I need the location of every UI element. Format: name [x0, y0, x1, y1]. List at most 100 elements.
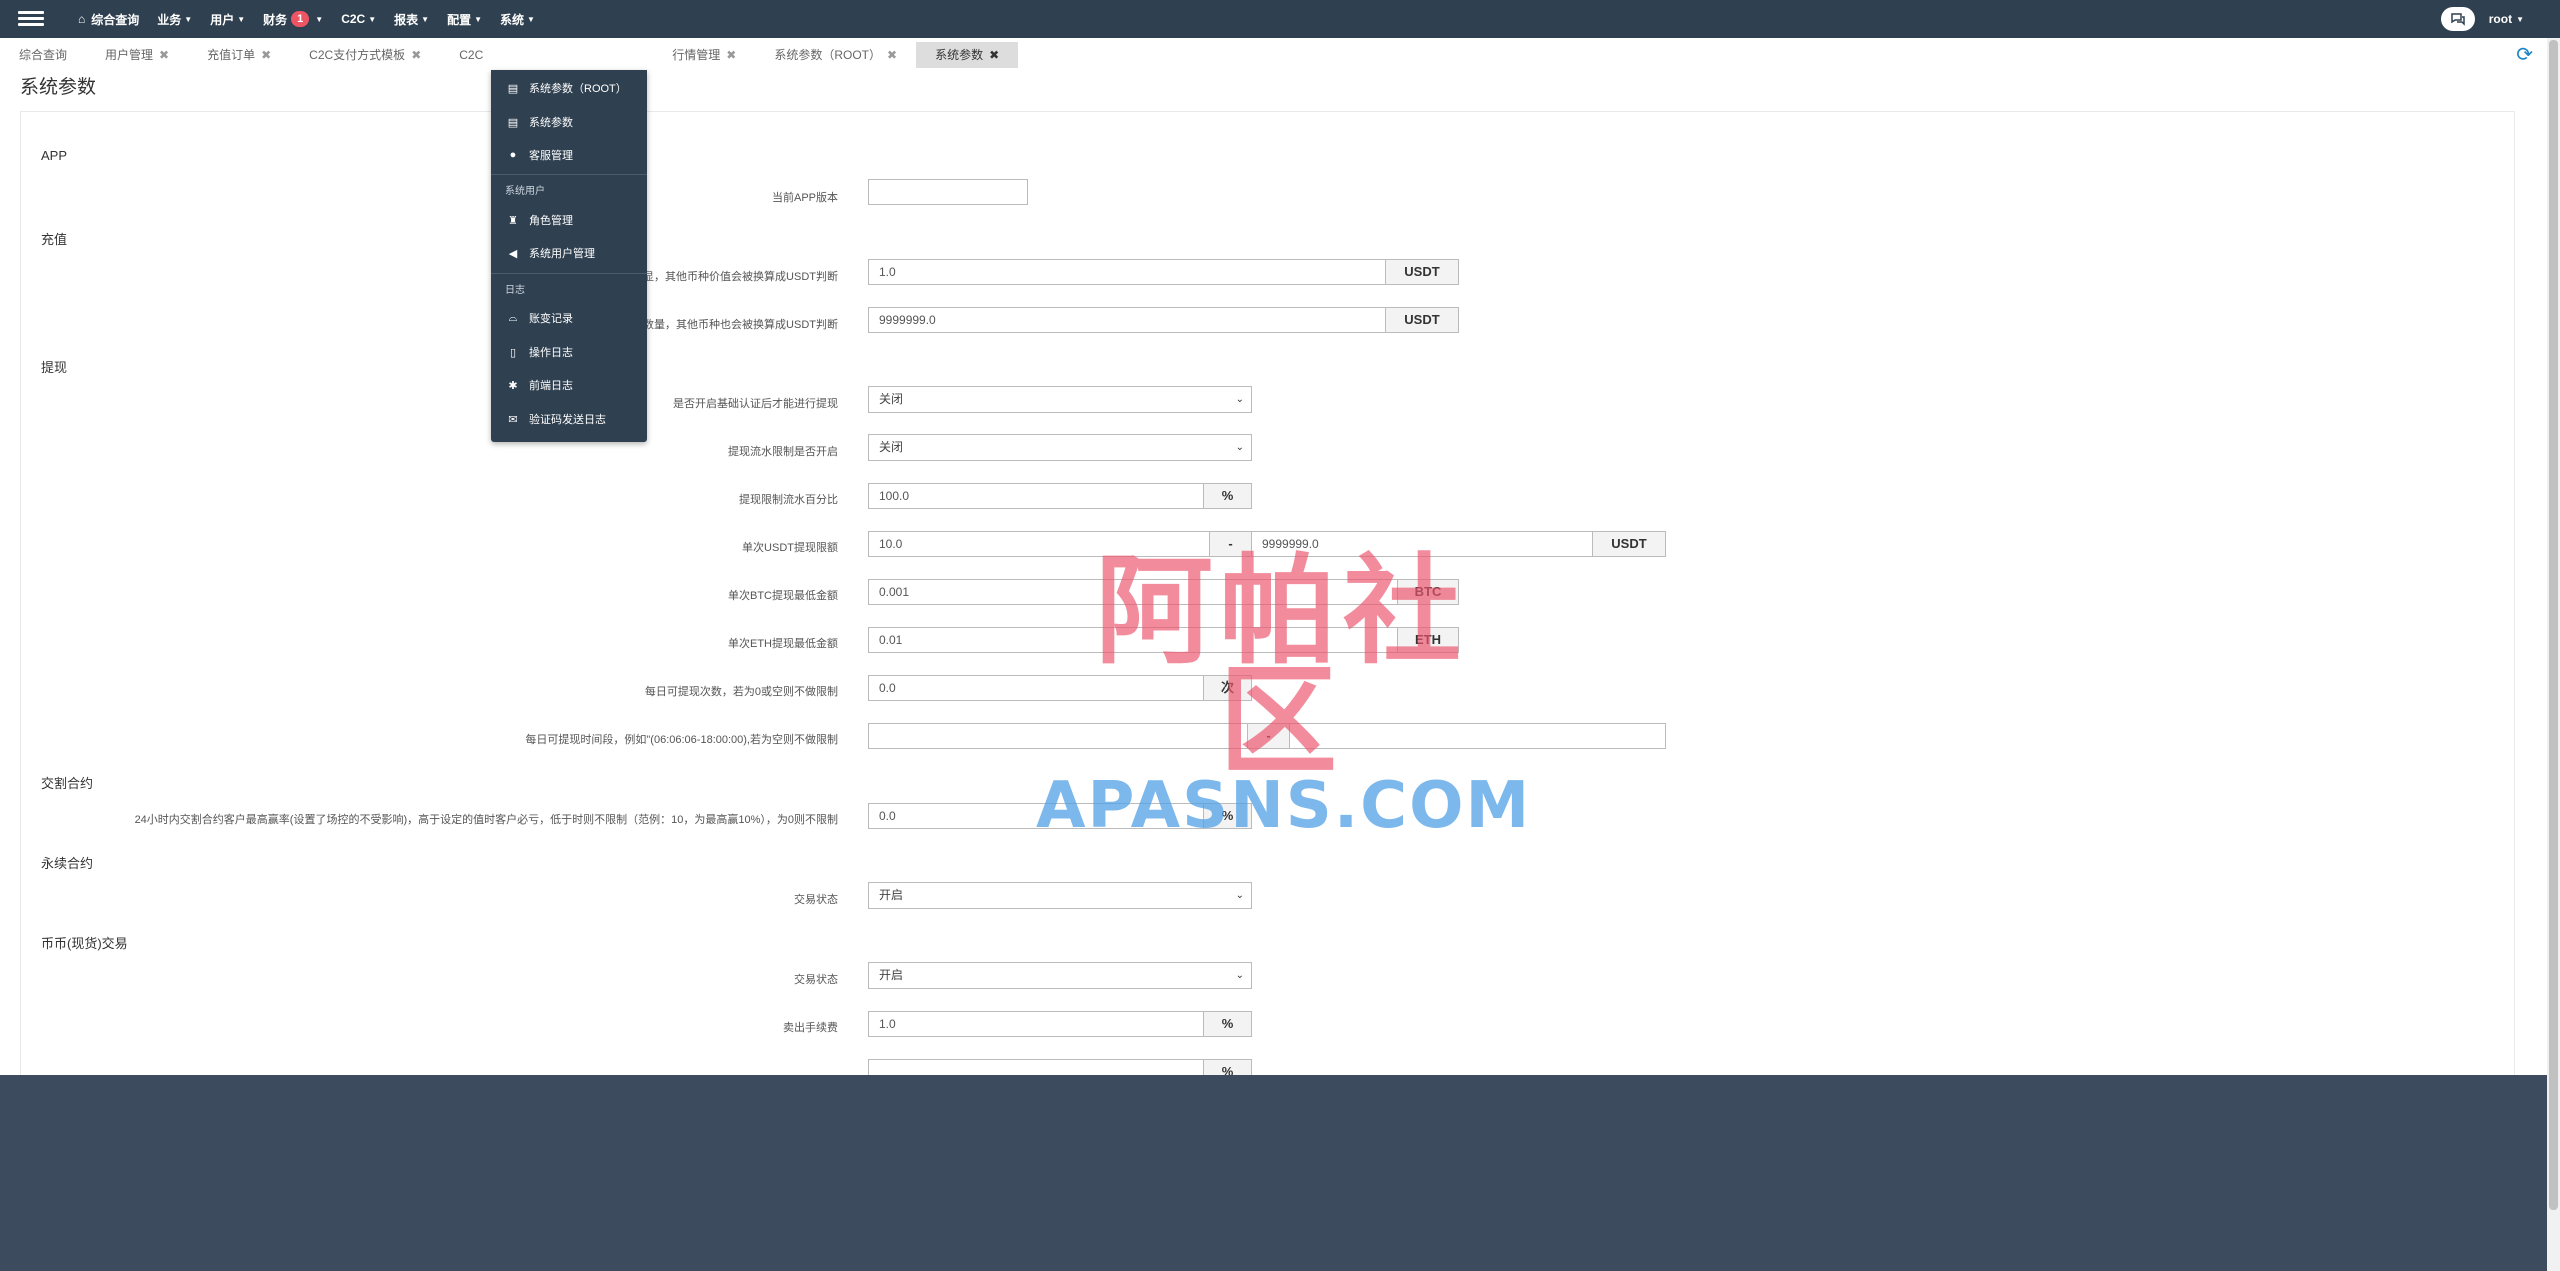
page-tabs: 综合查询 用户管理 ✖ 充值订单 ✖ C2C支付方式模板 ✖ C2C 行情管理 ✖ 系统…	[0, 42, 1019, 68]
chat-icon[interactable]	[2440, 7, 2475, 31]
menu-business[interactable]: 业务 ▼	[157, 11, 192, 28]
username[interactable]: root	[2489, 12, 2512, 26]
percent-unit: %	[1203, 803, 1252, 829]
spot-status-label: 交易状态	[794, 974, 838, 986]
btc-min-label: 单次BTC提现最低金额	[728, 590, 838, 602]
dropdown-item-frontend-log[interactable]: ✱ 前端日志	[505, 377, 573, 393]
dropdown-item-system-params-root[interactable]: ▤ 系统参数（ROOT）	[505, 80, 627, 96]
tab-recharge-orders[interactable]: 充值订单 ✖	[188, 42, 290, 68]
shirt-icon: ♜	[508, 214, 518, 227]
time-window-label: 每日可提现时间段，例如"(06:06:06-18:00:00),若为空则不做限制	[525, 734, 838, 746]
section-delivery-contract: 交割合约	[41, 776, 94, 791]
tab-c2c-payment-template[interactable]: C2C支付方式模板 ✖	[290, 42, 440, 68]
menu-user[interactable]: 用户 ▼	[210, 11, 245, 28]
app-version-input[interactable]	[868, 179, 1028, 205]
recharge-max-label: 数量，其他币种也会被换算成USDT判断	[643, 319, 838, 331]
megaphone-icon: ◀	[508, 247, 518, 260]
usdt-limit-label: 单次USDT提现限额	[742, 542, 838, 554]
user-area: root ▼	[2440, 7, 2524, 31]
eth-min-input[interactable]: 0.01	[868, 627, 1398, 653]
range-separator: -	[1247, 723, 1290, 749]
top-menu: ⌂ 综合查询 业务 ▼ 用户 ▼ 财务 1 ▼ C2C ▼ 报表 ▼ 配置 ▼ 系统 ▼	[78, 0, 553, 38]
times-unit: 次	[1203, 675, 1252, 701]
section-app: APP	[41, 148, 68, 163]
menu-c2c[interactable]: C2C ▼	[341, 12, 376, 26]
close-icon[interactable]: ✖	[159, 48, 169, 62]
flow-limit-select[interactable]: 关闭 ⌄	[868, 434, 1252, 461]
recharge-max-input[interactable]: 9999999.0	[868, 307, 1386, 333]
dropdown-item-system-user-management[interactable]: ◀ 系统用户管理	[505, 245, 595, 261]
percent-unit: %	[1203, 483, 1252, 509]
kyc-required-label: 是否开启基础认证后才能进行提现	[673, 398, 838, 410]
flow-percent-label: 提现限制流水百分比	[739, 494, 838, 506]
tab-market-management[interactable]: 行情管理 ✖	[653, 42, 755, 68]
dropdown-item-sms-log[interactable]: ✉ 验证码发送日志	[505, 411, 606, 427]
menu-dashboard[interactable]: ⌂ 综合查询	[78, 11, 139, 28]
table-icon: ▤	[507, 82, 519, 95]
dropdown-item-customer-service[interactable]: ● 客服管理	[505, 147, 573, 163]
tab-system-params[interactable]: 系统参数 ✖	[916, 42, 1019, 68]
divider	[491, 174, 647, 175]
tab-user-management[interactable]: 用户管理 ✖	[86, 42, 188, 68]
usdt-limit-min-input[interactable]: 10.0	[868, 531, 1210, 557]
caret-down-icon: ▼	[421, 14, 430, 24]
delivery-winrate-input[interactable]: 0.0	[868, 803, 1204, 829]
percent-unit: %	[1203, 1011, 1252, 1037]
caret-down-icon[interactable]: ▼	[2516, 15, 2524, 24]
daily-times-input[interactable]: 0.0	[868, 675, 1204, 701]
time-window-end-input[interactable]	[1289, 723, 1666, 749]
daily-times-label: 每日可提现次数，若为0或空则不做限制	[644, 686, 838, 698]
dropdown-item-account-changes[interactable]: ⌓ 账变记录	[505, 310, 573, 326]
close-icon[interactable]: ✖	[411, 48, 421, 62]
delivery-winrate-label: 24小时内交割合约客户最高赢率(设置了场控的不受影响)，高于设定的值时客户必亏，…	[134, 814, 838, 826]
section-spot-trading: 币币(现货)交易	[41, 936, 128, 951]
eth-min-label: 单次ETH提现最低金额	[728, 638, 838, 650]
recharge-min-input[interactable]: 1.0	[868, 259, 1386, 285]
kyc-required-select[interactable]: 关闭 ⌄	[868, 386, 1252, 413]
recharge-min-label: 显，其他币种价值会被换算成USDT判断	[643, 271, 838, 283]
btc-min-input[interactable]: 0.001	[868, 579, 1398, 605]
top-navbar: ⌂ 综合查询 业务 ▼ 用户 ▼ 财务 1 ▼ C2C ▼ 报表 ▼ 配置 ▼ 系统 ▼ root…	[0, 0, 2560, 38]
flow-percent-input[interactable]: 100.0	[868, 483, 1204, 509]
perp-status-select[interactable]: 开启 ⌄	[868, 882, 1252, 909]
dropdown-item-system-params[interactable]: ▤ 系统参数	[505, 114, 573, 130]
dropdown-item-role-management[interactable]: ♜ 角色管理	[505, 212, 573, 228]
tab-dashboard[interactable]: 综合查询	[0, 42, 86, 68]
menu-system[interactable]: 系统 ▼	[500, 11, 535, 28]
caret-down-icon: ▼	[368, 14, 377, 24]
home-icon: ⌂	[78, 12, 86, 26]
divider	[491, 273, 647, 274]
spot-fee-label: 卖出手续费	[783, 1022, 838, 1034]
tab-system-params-root[interactable]: 系统参数（ROOT） ✖	[755, 42, 916, 68]
time-window-start-input[interactable]	[868, 723, 1248, 749]
scrollbar-thumb[interactable]	[2549, 40, 2558, 1210]
section-recharge: 充值	[41, 232, 68, 247]
menu-finance[interactable]: 财务 1 ▼	[263, 11, 323, 28]
menu-config[interactable]: 配置 ▼	[447, 11, 482, 28]
spot-status-select[interactable]: 开启 ⌄	[868, 962, 1252, 989]
section-withdraw: 提现	[41, 360, 68, 375]
spot-fee-input[interactable]: 1.0	[868, 1011, 1204, 1037]
asterisk-icon: ✱	[508, 379, 518, 392]
select-arrow-icon: ⌄	[1235, 442, 1244, 453]
menu-toggle-icon[interactable]	[18, 8, 44, 30]
caret-down-icon: ▼	[184, 14, 193, 24]
usdt-unit: USDT	[1385, 307, 1459, 333]
usdt-limit-max-input[interactable]: 9999999.0	[1251, 531, 1593, 557]
close-icon[interactable]: ✖	[989, 48, 999, 62]
close-icon[interactable]: ✖	[261, 48, 271, 62]
close-icon[interactable]: ✖	[887, 48, 897, 62]
caret-down-icon: ▼	[527, 14, 535, 24]
select-arrow-icon: ⌄	[1235, 970, 1244, 981]
caret-down-icon: ▼	[237, 14, 246, 24]
close-icon[interactable]: ✖	[726, 48, 736, 62]
refresh-icon[interactable]: ⟳	[2516, 42, 2533, 67]
dropdown-item-operation-log[interactable]: ▯ 操作日志	[505, 344, 573, 360]
usdt-unit: USDT	[1385, 259, 1459, 285]
percent-unit: %	[1203, 1059, 1252, 1075]
spot-buy-fee-input[interactable]	[868, 1059, 1204, 1075]
btc-unit: BTC	[1397, 579, 1459, 605]
select-arrow-icon: ⌄	[1235, 394, 1244, 405]
tab-c2c[interactable]: C2C	[440, 42, 653, 68]
menu-reports[interactable]: 报表 ▼	[394, 11, 429, 28]
